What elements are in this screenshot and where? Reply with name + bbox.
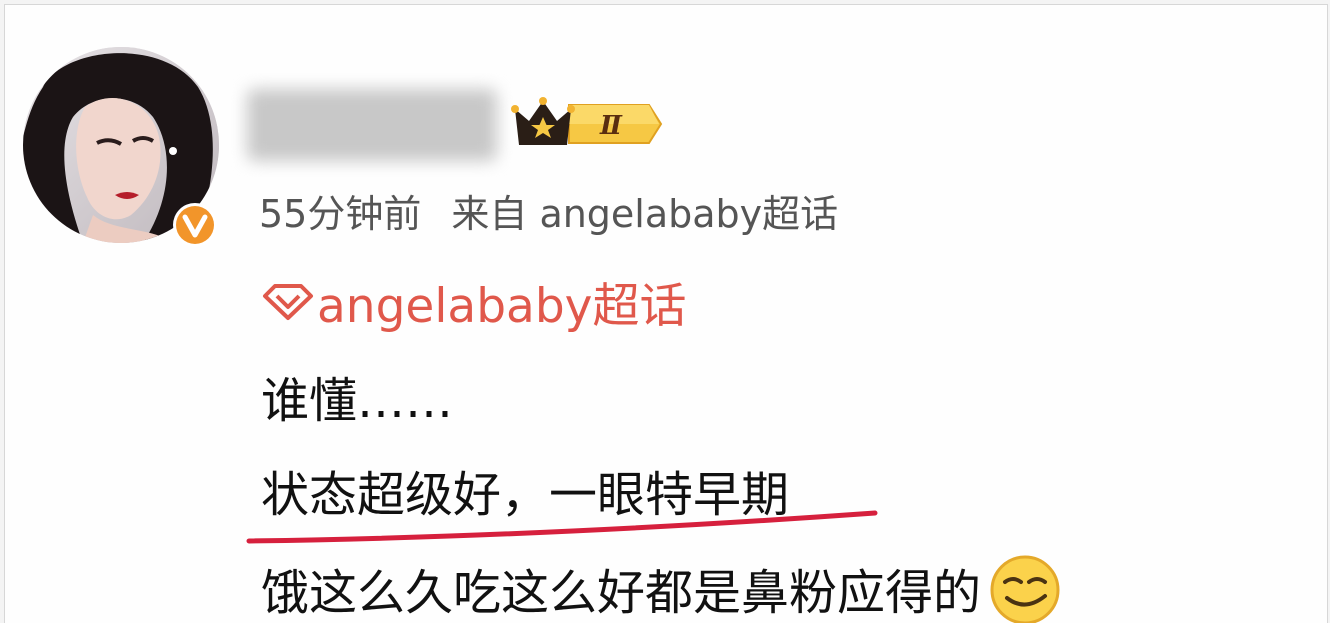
post-text-line-3-text: 饿这么久吃这么好都是鼻粉应得的 bbox=[261, 565, 982, 621]
supertopic-label: angelababy超话 bbox=[317, 279, 687, 334]
red-underline-mark bbox=[246, 510, 878, 544]
verified-v-icon bbox=[173, 203, 217, 247]
weibo-post-card: Ⅱ 55分钟前 来自 angelababy超话 angelababy超话 谁懂……… bbox=[4, 4, 1328, 623]
level-label: Ⅱ bbox=[599, 111, 623, 141]
post-text-line-3: 饿这么久吃这么好都是鼻粉应得的 bbox=[261, 553, 1061, 623]
crown-icon[interactable]: Ⅱ bbox=[511, 95, 663, 153]
supertopic-diamond-icon bbox=[263, 283, 313, 320]
username-blurred[interactable] bbox=[247, 89, 497, 161]
smirk-emoji-icon bbox=[990, 555, 1060, 623]
post-meta: 55分钟前 来自 angelababy超话 bbox=[259, 183, 838, 238]
supertopic-link[interactable]: angelababy超话 bbox=[261, 267, 686, 336]
post-source[interactable]: 来自 angelababy超话 bbox=[451, 192, 838, 236]
post-time: 55分钟前 bbox=[259, 192, 422, 236]
post-text-line-1: 谁懂…… bbox=[261, 373, 454, 429]
